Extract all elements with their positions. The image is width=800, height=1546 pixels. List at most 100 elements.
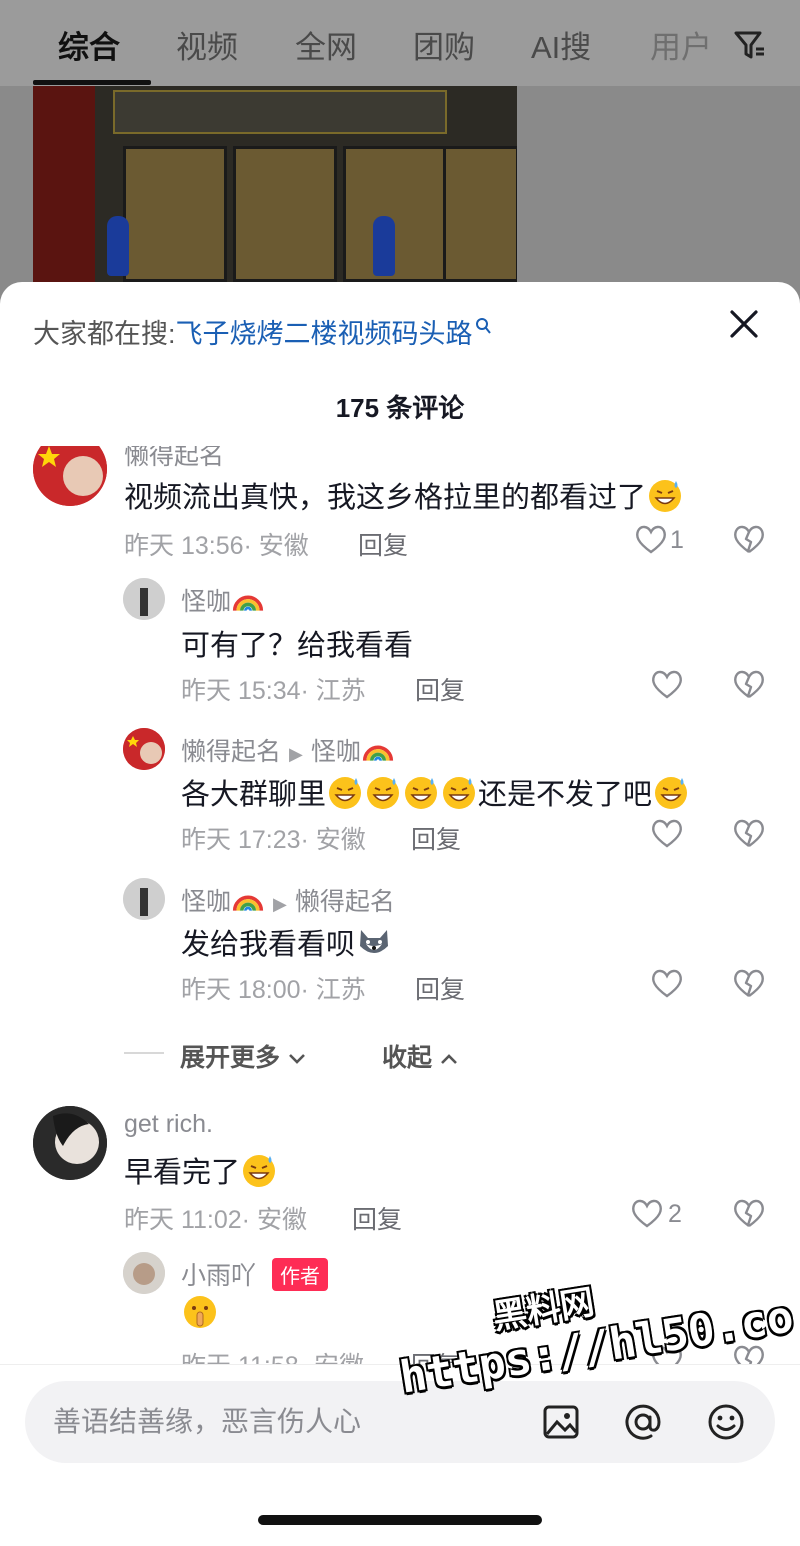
search-tab-bar: 综合 视频 全网 团购 AI搜 用户 [0, 0, 800, 86]
avatar[interactable] [123, 728, 165, 770]
chevron-down-icon [289, 1054, 305, 1064]
tab-users[interactable]: 用户 [650, 22, 712, 67]
reply-target: 怪咖 [310, 738, 361, 766]
broken-heart-icon[interactable] [732, 668, 766, 700]
heart-icon[interactable] [650, 668, 684, 700]
filter-icon[interactable] [733, 28, 767, 62]
video-thumbnail[interactable] [33, 86, 517, 286]
comment-username[interactable]: 怪咖 [181, 582, 265, 618]
chevron-up-icon [441, 1054, 457, 1064]
comment-username-text: 怪咖 [181, 888, 232, 916]
sweat-smile-emoji-icon [243, 1155, 276, 1187]
comment-location: 安徽 [314, 1352, 364, 1364]
sweat-smile-emoji-icon [443, 777, 476, 809]
reply-button[interactable]: 回复 [352, 1200, 402, 1236]
broken-heart-icon[interactable] [732, 967, 766, 999]
comment-text: 视频流出真快，我这乡格拉里的都看过了 [124, 474, 684, 516]
comment-location: 安徽 [315, 826, 366, 854]
comment-location: 安徽 [258, 532, 309, 560]
reply-arrow-icon: ▶ [273, 894, 287, 914]
comment-text-part: 还是不发了吧 [478, 779, 653, 811]
thumbnail-pillar [33, 86, 95, 286]
comment-meta: 昨天 11:02· 安徽 [124, 1206, 307, 1234]
reply-button[interactable]: 回复 [415, 970, 465, 1006]
avatar[interactable] [33, 446, 107, 506]
avatar[interactable] [123, 578, 165, 620]
broken-heart-icon[interactable] [732, 1197, 766, 1229]
sweat-smile-emoji-icon [405, 777, 438, 809]
image-icon[interactable] [540, 1401, 582, 1443]
trending-search-prefix: 大家都在搜: [33, 319, 176, 349]
emoji-icon[interactable] [705, 1401, 747, 1443]
sweat-smile-emoji-icon [367, 777, 400, 809]
comment-meta: 昨天 15:34· 江苏 [181, 677, 366, 705]
comment-location: 江苏 [315, 976, 366, 1004]
comment-input-bar [0, 1364, 800, 1546]
flag-avatar-image [123, 728, 165, 770]
avatar-image [123, 878, 165, 920]
avatar[interactable] [123, 1252, 165, 1294]
comment-time: 昨天 18:00 [181, 976, 301, 1004]
thumbnail-lamp [373, 216, 395, 276]
avatar-image [33, 1106, 107, 1180]
rainbow-emoji-icon [232, 595, 264, 611]
avatar[interactable] [33, 1106, 107, 1180]
sweat-smile-emoji-icon [329, 777, 362, 809]
close-icon[interactable] [724, 304, 764, 344]
expand-more-button[interactable]: 展开更多 [180, 1038, 307, 1074]
broken-heart-icon[interactable] [732, 523, 766, 555]
heart-icon[interactable] [630, 1197, 664, 1229]
comment-text-content: 视频流出真快，我这乡格拉里的都看过了 [124, 482, 647, 514]
flag-avatar-image [33, 446, 107, 506]
comment-input-container[interactable] [25, 1381, 775, 1463]
comment-username[interactable]: 怪咖 ▶ 懒得起名 [181, 882, 395, 918]
husky-dog-emoji-icon [360, 930, 389, 953]
reply-button[interactable]: 回复 [411, 820, 461, 856]
author-badge: 作者 [272, 1258, 328, 1291]
comment-username[interactable]: 懒得起名 [124, 446, 224, 472]
comment-text-content: 早看完了 [124, 1157, 241, 1189]
comment-text: 可有了？给我看看 [181, 630, 414, 662]
like-count: 1 [670, 526, 684, 554]
comment-input[interactable] [51, 1399, 515, 1445]
search-icon [475, 318, 491, 334]
heart-icon[interactable] [650, 817, 684, 849]
active-tab-indicator [33, 80, 151, 85]
comment-text [181, 1294, 219, 1332]
reply-button[interactable]: 回复 [358, 526, 408, 562]
sweat-smile-emoji-icon [649, 480, 682, 512]
thumbnail-window [233, 146, 337, 282]
heart-icon[interactable] [634, 523, 668, 555]
avatar-image [123, 1252, 165, 1294]
thumbnail-window [443, 146, 517, 282]
comment-list[interactable]: 懒得起名 视频流出真快，我这乡格拉里的都看过了 昨天 13:56· 安徽 回复 … [0, 446, 800, 1364]
comment-count: 175 条评论 [335, 393, 465, 423]
comment-username[interactable]: get rich. [124, 1110, 213, 1139]
sweat-smile-emoji-icon [655, 777, 688, 809]
comment-location: 安徽 [256, 1206, 307, 1234]
comment-username[interactable]: 小雨吖 [181, 1256, 256, 1292]
collapse-button[interactable]: 收起 [382, 1038, 459, 1074]
comment-text: 早看完了 [124, 1149, 278, 1191]
heart-icon[interactable] [650, 967, 684, 999]
at-mention-icon[interactable] [622, 1401, 664, 1443]
thumbnail-lamp [107, 216, 129, 276]
thumbnail-window [123, 146, 227, 282]
avatar[interactable] [123, 878, 165, 920]
broken-heart-icon[interactable] [732, 817, 766, 849]
comment-username-text: 懒得起名 [181, 738, 282, 766]
reply-button[interactable]: 回复 [415, 671, 465, 707]
trending-search: 大家都在搜:飞子烧烤二楼视频码头路 [33, 312, 491, 351]
comment-text-content: 发给我看看呗 [181, 929, 356, 961]
comment-time: 昨天 11:58 [181, 1352, 299, 1364]
reply-target: 懒得起名 [294, 888, 395, 916]
expand-more-label: 展开更多 [180, 1044, 281, 1072]
trending-search-link[interactable]: 飞子烧烤二楼视频码头路 [176, 319, 473, 349]
tab-video[interactable]: 视频 [176, 22, 238, 67]
tab-comprehensive[interactable]: 综合 [58, 22, 120, 67]
tab-web[interactable]: 全网 [295, 22, 357, 67]
tab-group-buy[interactable]: 团购 [413, 22, 475, 67]
comment-username[interactable]: 懒得起名 ▶ 怪咖 [181, 732, 395, 768]
tab-ai-search[interactable]: AI搜 [531, 22, 591, 67]
comment-meta: 昨天 13:56· 安徽 [124, 532, 309, 560]
